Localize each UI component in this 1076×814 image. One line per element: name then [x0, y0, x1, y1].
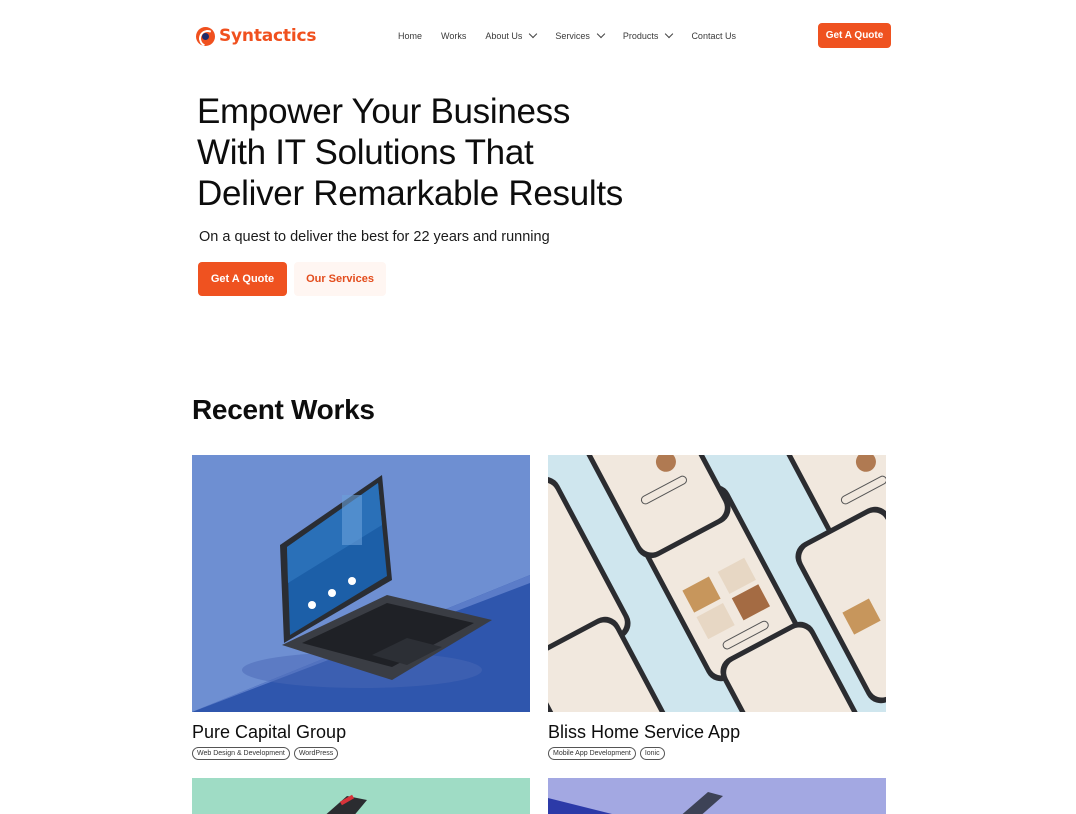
- nav-label: Services: [555, 31, 590, 41]
- work-card-image-partial[interactable]: [192, 778, 530, 814]
- nav-label: Works: [441, 31, 467, 41]
- tag[interactable]: Mobile App Development: [548, 747, 636, 760]
- hero-title-line: Empower Your Business: [197, 92, 571, 131]
- work-card-bliss-home[interactable]: Bliss Home Service App Mobile App Develo…: [548, 455, 886, 760]
- nav-item-services[interactable]: Services: [555, 29, 606, 41]
- work-title[interactable]: Pure Capital Group: [192, 722, 530, 743]
- tag[interactable]: Web Design & Development: [192, 747, 290, 760]
- recent-works-title: Recent Works: [192, 394, 375, 425]
- hero-title-line: Deliver Remarkable Results: [197, 174, 623, 213]
- brand-logo[interactable]: Syntactics: [196, 24, 316, 48]
- work-title[interactable]: Bliss Home Service App: [548, 722, 886, 743]
- work-tags: Web Design & Development WordPress: [192, 747, 530, 760]
- header-get-quote-button[interactable]: Get A Quote: [818, 23, 891, 48]
- main-nav: Home Works About Us Services Products Co…: [398, 28, 755, 44]
- work-tags: Mobile App Development Ionic: [548, 747, 886, 760]
- phones-mockup-image[interactable]: [548, 455, 886, 712]
- tag[interactable]: WordPress: [293, 747, 339, 760]
- nav-label: Home: [398, 31, 423, 41]
- nav-label: Contact Us: [691, 31, 736, 41]
- nav-item-works[interactable]: Works: [441, 31, 466, 41]
- site-header: Syntactics Home Works About Us Services …: [0, 0, 1076, 72]
- syntactics-logo-icon: [196, 26, 215, 46]
- get-quote-button[interactable]: Get A Quote: [198, 262, 287, 296]
- nav-item-contact-us[interactable]: Contact Us: [691, 31, 736, 41]
- nav-label: Products: [622, 31, 659, 41]
- hero-title: Empower Your Business With IT Solutions …: [197, 91, 657, 214]
- chevron-down-icon: [596, 29, 606, 39]
- work-card-pure-capital[interactable]: Pure Capital Group Web Design & Developm…: [192, 455, 530, 760]
- nav-label: About Us: [485, 31, 523, 41]
- tag[interactable]: Ionic: [639, 747, 665, 760]
- laptop-mockup-image[interactable]: [192, 455, 530, 712]
- nav-item-about-us[interactable]: About Us: [485, 29, 538, 41]
- brand-name: Syntactics: [219, 26, 317, 46]
- our-services-button[interactable]: Our Services: [294, 262, 386, 296]
- chevron-down-icon: [529, 29, 538, 39]
- work-card-image-partial[interactable]: [548, 778, 886, 814]
- hero-title-line: With IT Solutions That: [197, 133, 534, 172]
- hero-subtitle: On a quest to deliver the best for 22 ye…: [199, 229, 550, 245]
- nav-item-products[interactable]: Products: [622, 29, 674, 41]
- chevron-down-icon: [665, 29, 674, 39]
- nav-item-home[interactable]: Home: [398, 31, 422, 41]
